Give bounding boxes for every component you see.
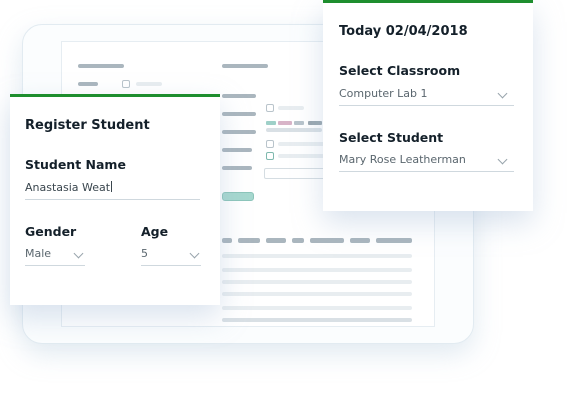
table-header-cell bbox=[266, 238, 286, 243]
student-name-label: Student Name bbox=[25, 157, 126, 172]
table-row bbox=[222, 306, 412, 310]
age-value: 5 bbox=[141, 247, 148, 260]
classroom-value: Computer Lab 1 bbox=[339, 87, 428, 100]
table-header-cell bbox=[238, 238, 260, 243]
dashboard-label bbox=[222, 94, 256, 98]
chevron-down-icon bbox=[189, 248, 200, 259]
select-classroom-label: Select Classroom bbox=[339, 63, 461, 78]
checkbox-icon bbox=[266, 152, 274, 160]
dashboard-heading bbox=[222, 64, 268, 68]
checkbox-icon bbox=[266, 104, 274, 112]
age-select[interactable]: 5 bbox=[141, 243, 201, 267]
student-name-input-value: Anastasia Weat bbox=[25, 181, 113, 194]
register-student-card: Register Student Student Name Anastasia … bbox=[10, 94, 220, 305]
dashboard-label bbox=[222, 148, 252, 152]
age-underline bbox=[141, 265, 201, 266]
dashboard-save-button bbox=[222, 192, 254, 201]
dashboard-label bbox=[278, 106, 304, 110]
chevron-down-icon bbox=[73, 248, 84, 259]
select-student-label: Select Student bbox=[339, 130, 444, 145]
table-row bbox=[222, 268, 412, 272]
gender-select[interactable]: Male bbox=[25, 243, 85, 267]
dashboard-label bbox=[222, 130, 256, 134]
dashboard-label bbox=[136, 82, 162, 86]
gender-label: Gender bbox=[25, 224, 77, 239]
gender-value: Male bbox=[25, 247, 52, 260]
student-name-underline bbox=[25, 199, 200, 200]
dashboard-label bbox=[222, 112, 256, 116]
gender-underline bbox=[25, 265, 85, 266]
dashboard-heading bbox=[78, 64, 124, 68]
student-underline bbox=[339, 171, 514, 172]
table-header-cell bbox=[310, 238, 344, 243]
student-value: Mary Rose Leatherman bbox=[339, 153, 466, 166]
classroom-underline bbox=[339, 105, 514, 106]
text-cursor bbox=[111, 181, 113, 192]
chevron-down-icon bbox=[497, 154, 508, 165]
table-row bbox=[222, 292, 412, 296]
classroom-select[interactable]: Computer Lab 1 bbox=[339, 83, 514, 107]
student-select[interactable]: Mary Rose Leatherman bbox=[339, 149, 514, 173]
checkbox-icon bbox=[266, 140, 274, 148]
age-label: Age bbox=[141, 224, 169, 239]
checkbox-icon bbox=[122, 80, 130, 88]
table-header-cell bbox=[376, 238, 412, 243]
color-swatch bbox=[294, 121, 304, 125]
student-name-field[interactable]: Anastasia Weat bbox=[25, 177, 201, 201]
table-row bbox=[222, 280, 412, 284]
register-student-title: Register Student bbox=[25, 118, 150, 133]
chevron-down-icon bbox=[497, 88, 508, 99]
dashboard-label bbox=[222, 166, 252, 170]
dashboard-label bbox=[78, 82, 98, 86]
color-swatch bbox=[266, 121, 276, 125]
dashboard-label bbox=[278, 142, 328, 146]
color-swatch bbox=[308, 121, 322, 125]
table-row bbox=[222, 254, 412, 258]
table-header-cell bbox=[222, 238, 232, 243]
color-swatch bbox=[278, 121, 292, 125]
select-student-card: Today 02/04/2018 Select Classroom Comput… bbox=[323, 0, 533, 211]
table-header-cell bbox=[292, 238, 304, 243]
table-row bbox=[222, 318, 412, 322]
table-header-cell bbox=[350, 238, 370, 243]
dashboard-label bbox=[266, 128, 322, 132]
today-date-title: Today 02/04/2018 bbox=[339, 24, 468, 39]
